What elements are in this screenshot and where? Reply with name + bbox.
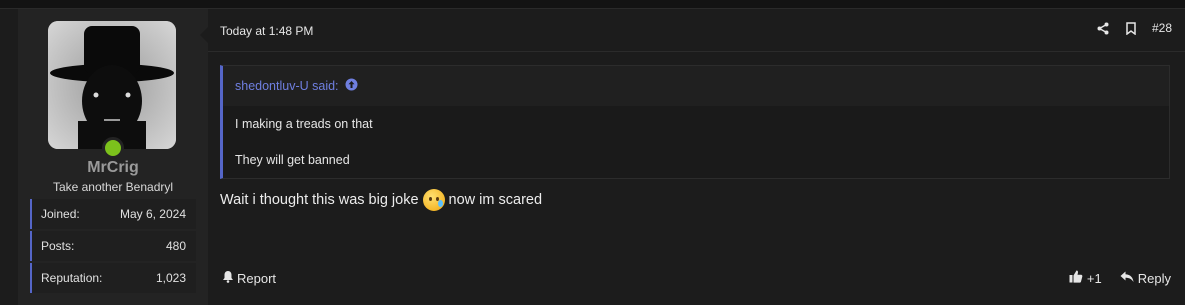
reaction-count: +1 (1086, 270, 1102, 286)
username[interactable]: MrCrig (18, 159, 208, 177)
quote-text-line: I making a treads on that (235, 117, 373, 131)
stat-label: Reputation: (41, 271, 103, 285)
post-header: Today at 1:48 PM #28 (208, 9, 1185, 52)
post-header-actions: #28 (1096, 21, 1172, 35)
quote-block: shedontluv-U said: I making a treads on … (220, 65, 1170, 179)
user-title: Take another Benadryl (52, 180, 174, 194)
bell-icon (222, 270, 234, 286)
reply-arrow-icon (1120, 271, 1134, 286)
stat-reputation: Reputation: 1,023 (30, 263, 196, 293)
like-button[interactable]: +1 (1069, 270, 1102, 286)
report-label: Report (237, 270, 277, 286)
user-info-panel: MrCrig Take another Benadryl Joined: May… (18, 9, 208, 305)
online-status-indicator (102, 137, 124, 159)
speech-arrow (200, 27, 208, 43)
crying-face-emoji-icon (422, 189, 445, 211)
stat-label: Posts: (41, 239, 75, 253)
post-timestamp[interactable]: Today at 1:48 PM (220, 24, 313, 38)
arrow-up-circle-icon[interactable] (345, 78, 358, 94)
quote-author-link[interactable]: shedontluv-U said: (235, 78, 358, 94)
avatar[interactable] (48, 21, 176, 149)
stat-label: Joined: (41, 207, 80, 221)
stat-posts: Posts: 480 (30, 231, 196, 261)
reply-label: Reply (1137, 270, 1171, 286)
forum-post: MrCrig Take another Benadryl Joined: May… (0, 8, 1185, 305)
stat-value: 480 (165, 239, 186, 253)
post-footer: Report +1 Reply (208, 267, 1185, 291)
quote-text-line: They will get banned (235, 153, 350, 167)
post-main: Today at 1:48 PM #28 shedontluv-U said: … (200, 9, 1185, 305)
thumbs-up-icon (1069, 270, 1083, 286)
quote-author[interactable]: shedontluv-U said: (235, 79, 339, 93)
message-text: Wait i thought this was big joke (220, 192, 419, 208)
share-icon[interactable] (1096, 21, 1110, 35)
report-button[interactable]: Report (222, 270, 276, 286)
quote-header: shedontluv-U said: (223, 66, 1169, 106)
message-text: now im scared (448, 192, 543, 208)
stat-value: 1,023 (155, 271, 186, 285)
stat-value: May 6, 2024 (119, 207, 186, 221)
reply-button[interactable]: Reply (1120, 271, 1171, 286)
post-footer-actions: +1 Reply (1069, 270, 1171, 286)
bookmark-icon[interactable] (1124, 21, 1138, 35)
stat-joined: Joined: May 6, 2024 (30, 199, 196, 229)
post-number[interactable]: #28 (1152, 21, 1172, 35)
post-message: Wait i thought this was big joke now im … (220, 189, 542, 211)
avatar-figure-icon (48, 21, 176, 149)
